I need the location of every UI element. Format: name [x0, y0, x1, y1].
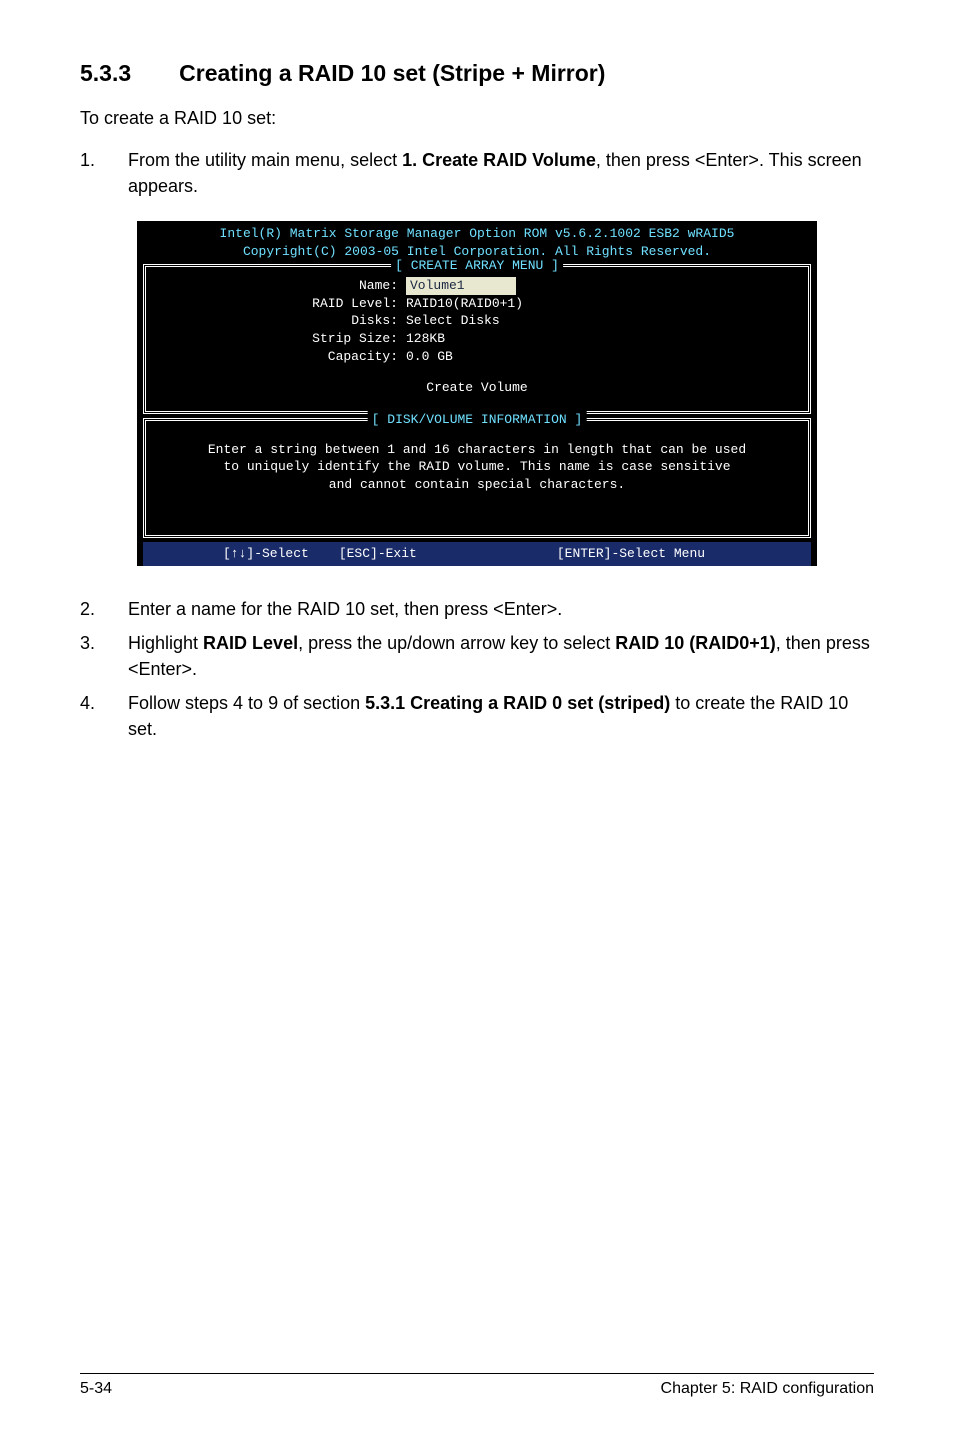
bios-footer-enter: [ENTER]-Select Menu — [417, 545, 801, 563]
bios-value: Volume1 — [406, 277, 516, 295]
bios-row-disks: Disks: Select Disks — [156, 312, 798, 330]
bios-value-highlighted: Volume1 — [406, 277, 516, 295]
step-number: 2. — [80, 596, 128, 622]
text-fragment: Highlight — [128, 633, 203, 653]
chapter-label: Chapter 5: RAID configuration — [661, 1380, 874, 1398]
bios-footer-select: [↑↓]-Select — [153, 545, 309, 563]
bios-label: Strip Size: — [156, 330, 406, 348]
bios-footer-exit: [ESC]-Exit — [309, 545, 417, 563]
step-content: From the utility main menu, select 1. Cr… — [128, 147, 874, 199]
page-footer: 5-34 Chapter 5: RAID configuration — [80, 1373, 874, 1398]
step-content: Follow steps 4 to 9 of section 5.3.1 Cre… — [128, 690, 874, 742]
bios-label: RAID Level: — [156, 295, 406, 313]
step-content: Enter a name for the RAID 10 set, then p… — [128, 596, 874, 622]
text-fragment: From the utility main menu, select — [128, 150, 402, 170]
text-fragment: , press the up/down arrow key to select — [298, 633, 615, 653]
bios-value: RAID10(RAID0+1) — [406, 295, 523, 313]
bold-fragment: RAID 10 (RAID0+1) — [615, 633, 776, 653]
bios-disk-volume-panel: [ DISK/VOLUME INFORMATION ] Enter a stri… — [143, 418, 811, 539]
bios-label: Name: — [156, 277, 406, 295]
bios-info-text: Enter a string between 1 and 16 characte… — [156, 431, 798, 522]
bios-label: Disks: — [156, 312, 406, 330]
bios-label: Capacity: — [156, 348, 406, 366]
bios-value: Select Disks — [406, 312, 500, 330]
list-item: 4. Follow steps 4 to 9 of section 5.3.1 … — [80, 690, 874, 742]
bios-value: 128KB — [406, 330, 445, 348]
bios-screenshot: Intel(R) Matrix Storage Manager Option R… — [137, 221, 817, 566]
step-list-1: 1. From the utility main menu, select 1.… — [80, 147, 874, 199]
bios-panel-title: [ DISK/VOLUME INFORMATION ] — [368, 411, 587, 429]
list-item: 1. From the utility main menu, select 1.… — [80, 147, 874, 199]
text-fragment: Follow steps 4 to 9 of section — [128, 693, 365, 713]
bios-create-array-panel: [ CREATE ARRAY MENU ] Name: Volume1 RAID… — [143, 264, 811, 413]
step-number: 3. — [80, 630, 128, 682]
bios-header-line1: Intel(R) Matrix Storage Manager Option R… — [137, 225, 817, 243]
bios-value: 0.0 GB — [406, 348, 453, 366]
list-item: 3. Highlight RAID Level, press the up/do… — [80, 630, 874, 682]
bold-fragment: 5.3.1 Creating a RAID 0 set (striped) — [365, 693, 670, 713]
bios-row-name: Name: Volume1 — [156, 277, 798, 295]
bold-fragment: 1. Create RAID Volume — [402, 150, 596, 170]
bios-row-raid-level: RAID Level: RAID10(RAID0+1) — [156, 295, 798, 313]
bios-row-capacity: Capacity: 0.0 GB — [156, 348, 798, 366]
bios-footer-bar: [↑↓]-Select [ESC]-Exit [ENTER]-Select Me… — [143, 542, 811, 566]
bios-create-volume: Create Volume — [156, 379, 798, 397]
step-number: 1. — [80, 147, 128, 199]
list-item: 2. Enter a name for the RAID 10 set, the… — [80, 596, 874, 622]
bold-fragment: RAID Level — [203, 633, 298, 653]
step-number: 4. — [80, 690, 128, 742]
page-number: 5-34 — [80, 1380, 112, 1398]
section-heading: 5.3.3 Creating a RAID 10 set (Stripe + Mi… — [80, 60, 874, 87]
bios-row-strip-size: Strip Size: 128KB — [156, 330, 798, 348]
step-content: Highlight RAID Level, press the up/down … — [128, 630, 874, 682]
bios-panel-title: [ CREATE ARRAY MENU ] — [391, 257, 563, 275]
step-list-2: 2. Enter a name for the RAID 10 set, the… — [80, 596, 874, 742]
section-number: 5.3.3 — [80, 60, 131, 87]
section-title: Creating a RAID 10 set (Stripe + Mirror) — [179, 60, 605, 86]
intro-text: To create a RAID 10 set: — [80, 105, 874, 131]
